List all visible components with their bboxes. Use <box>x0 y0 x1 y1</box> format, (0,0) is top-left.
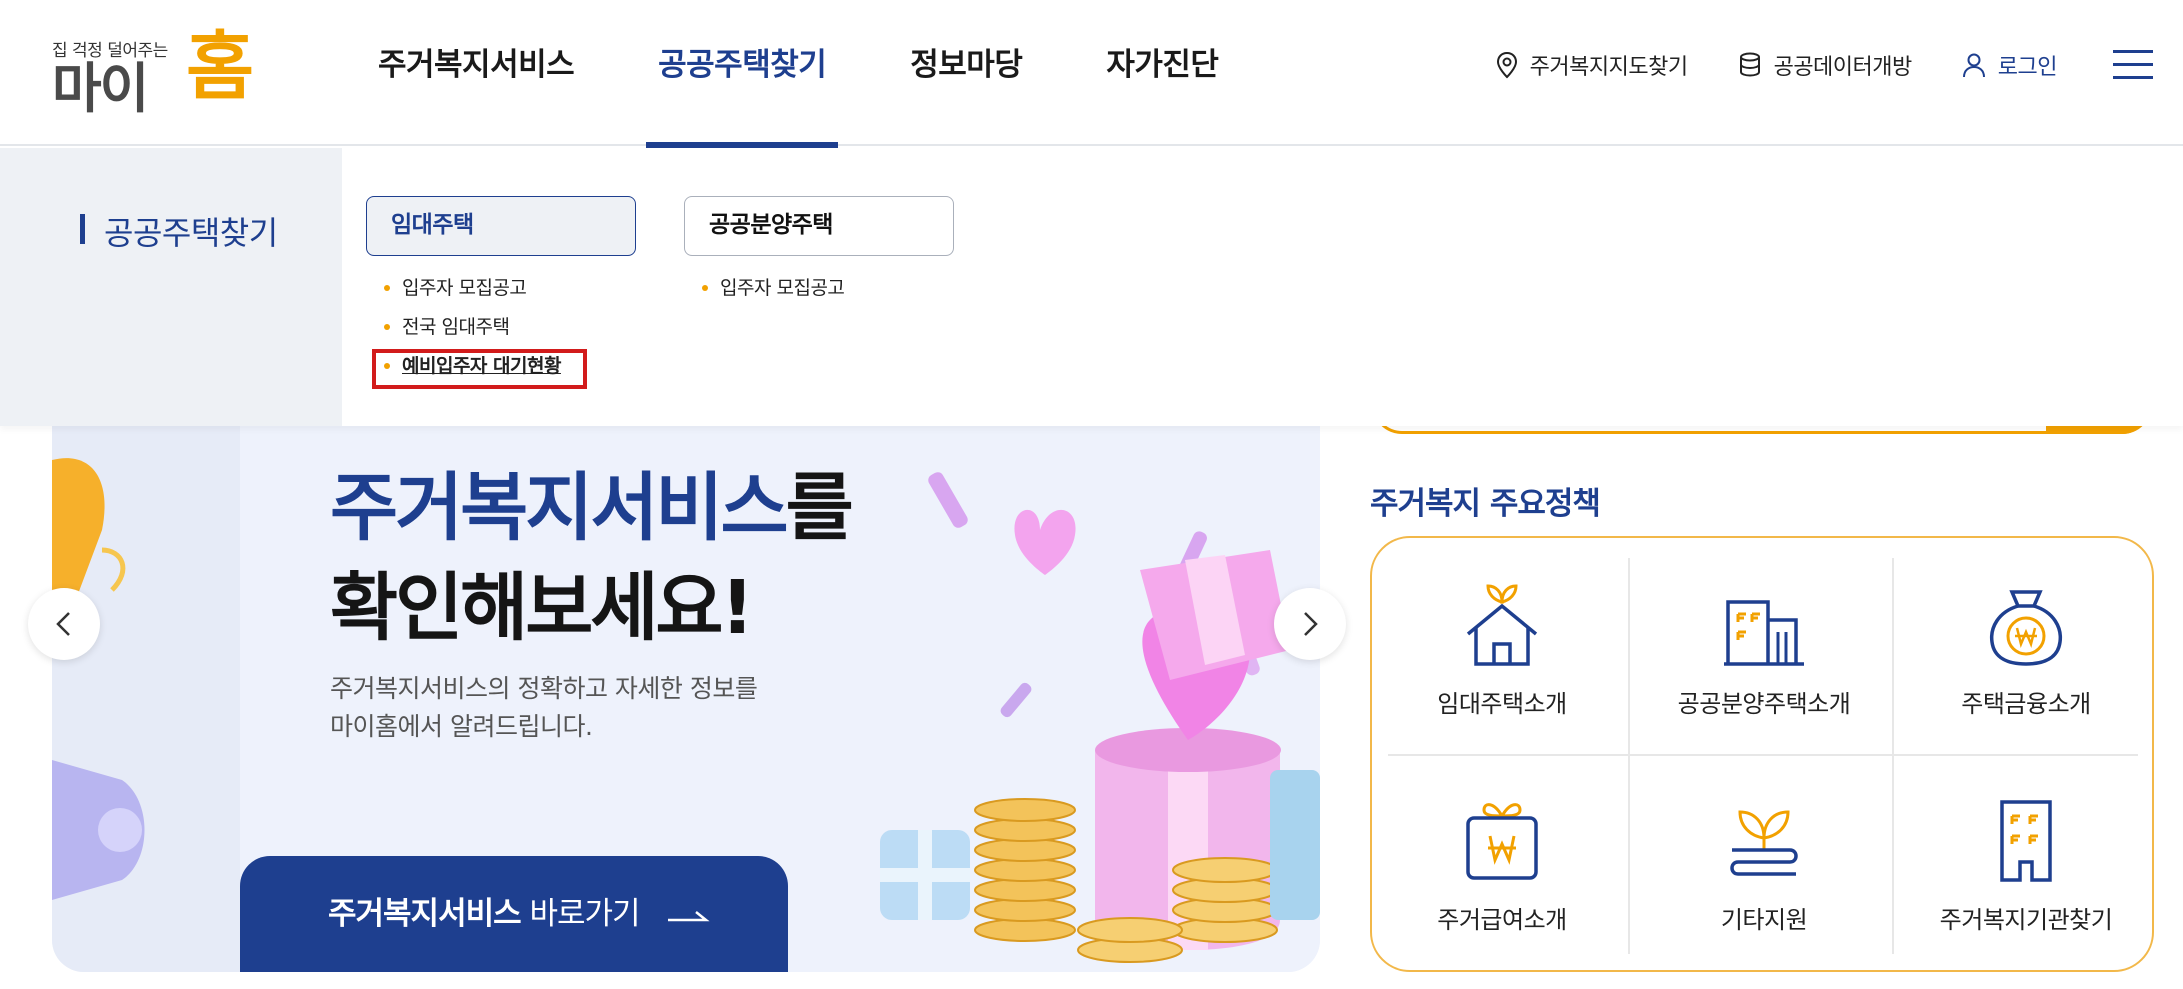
user-icon <box>1962 53 1985 78</box>
highlight-box <box>372 349 587 389</box>
site-header: 집 걱정 덜어주는 마이 홈 주거복지서비스 공공주택찾기 정보마당 자가진단 … <box>0 0 2183 148</box>
nationwide-rental-housing-link[interactable]: 전국 임대주택 <box>366 313 636 352</box>
policy-housing-finance[interactable]: 주택금융소개 <box>1906 552 2146 752</box>
policy-section-title: 주거복지 주요정책 <box>1370 486 1601 522</box>
logo-name-gray: 마이 <box>52 57 149 120</box>
arrow-right-icon <box>668 910 711 921</box>
mega-menu-side: 공공주택찾기 <box>0 148 342 426</box>
location-pin-icon <box>1496 51 1517 79</box>
menu-icon[interactable] <box>2113 50 2153 80</box>
chevron-right-icon <box>1304 612 1318 636</box>
banner-next-button[interactable] <box>1274 588 1346 660</box>
public-sale-housing-list: 입주자 모집공고 <box>684 274 954 313</box>
public-sale-housing-button[interactable]: 공공분양주택 <box>684 196 954 256</box>
rental-recruitment-notice-link[interactable]: 입주자 모집공고 <box>366 274 636 313</box>
global-nav: 주거복지서비스 공공주택찾기 정보마당 자가진단 <box>378 0 1302 148</box>
gnb-public-housing-search[interactable]: 공공주택찾기 <box>646 0 839 148</box>
policy-label: 임대주택소개 <box>1437 690 1567 718</box>
public-sale-housing-column: 공공분양주택 입주자 모집공고 <box>684 196 954 313</box>
rental-housing-button[interactable]: 임대주택 <box>366 196 636 256</box>
policy-rental-housing[interactable]: 임대주택소개 <box>1382 552 1622 752</box>
banner-prev-button[interactable] <box>28 588 100 660</box>
hero-headline-line1: 주거복지서비스를 <box>330 448 854 555</box>
gift-won-icon <box>1466 803 1538 880</box>
hero-headline-line2: 확인해보세요! <box>330 565 754 651</box>
gnb-self-diagnosis[interactable]: 자가진단 <box>1106 0 1219 146</box>
policy-find-welfare-agency[interactable]: 주거복지기관찾기 <box>1906 768 2146 968</box>
policy-label: 주택금융소개 <box>1961 690 2091 718</box>
logo-wordmark: 마이 홈 <box>52 30 254 116</box>
house-sprout-icon <box>1466 584 1538 666</box>
open-data-link[interactable]: 공공데이터개방 <box>1738 49 1912 81</box>
database-icon <box>1739 52 1760 77</box>
mega-menu-title: 공공주택찾기 <box>80 208 278 254</box>
cta-bold-label: 주거복지서비스 <box>328 896 522 932</box>
apartment-building-icon <box>1724 600 1804 666</box>
map-search-label: 주거복지지도찾기 <box>1529 55 1688 80</box>
logo[interactable]: 집 걱정 덜어주는 마이 홈 <box>52 26 254 116</box>
money-bag-icon <box>1989 590 2063 666</box>
policy-label: 기타지원 <box>1720 906 1808 934</box>
policy-label: 주거복지기관찾기 <box>1939 906 2113 934</box>
logo-name-accent: 홈 <box>186 24 254 110</box>
banner-cta-button[interactable]: 주거복지서비스 바로가기 <box>240 856 788 972</box>
mega-menu-dropdown: 공공주택찾기 임대주택 입주자 모집공고 전국 임대주택 예비입주자 대기현황 … <box>0 148 2183 426</box>
gnb-info-plaza[interactable]: 정보마당 <box>910 0 1023 146</box>
policy-grid: 임대주택소개 공공분양주택소개 주택금융소개 주거급여소개 기타지원 주거복지기… <box>1370 536 2154 972</box>
hero-description-line1: 주거복지서비스의 정확하고 자세한 정보를 <box>330 674 758 703</box>
sale-recruitment-notice-link[interactable]: 입주자 모집공고 <box>684 274 954 313</box>
hero-headline-suffix: 를 <box>785 465 854 551</box>
login-link[interactable]: 로그인 <box>1962 49 2058 81</box>
policy-label: 주거급여소개 <box>1437 906 1567 934</box>
login-label: 로그인 <box>1997 55 2058 80</box>
policy-other-support[interactable]: 기타지원 <box>1644 768 1884 968</box>
sprout-icon <box>1730 810 1798 876</box>
gnb-housing-welfare-service[interactable]: 주거복지서비스 <box>378 0 575 146</box>
map-search-link[interactable]: 주거복지지도찾기 <box>1496 49 1688 81</box>
policy-housing-benefit[interactable]: 주거급여소개 <box>1382 768 1622 968</box>
open-data-label: 공공데이터개방 <box>1773 55 1913 80</box>
hero-description-line2: 마이홈에서 알려드립니다. <box>330 712 593 741</box>
chevron-left-icon <box>56 612 70 636</box>
office-building-icon <box>2000 800 2052 882</box>
cta-label: 바로가기 <box>529 896 641 932</box>
policy-public-sale-housing[interactable]: 공공분양주택소개 <box>1644 552 1884 752</box>
hero-headline-blue: 주거복지서비스 <box>330 465 789 551</box>
hero-description: 주거복지서비스의 정확하고 자세한 정보를 마이홈에서 알려드립니다. <box>330 670 758 746</box>
policy-label: 공공분양주택소개 <box>1677 690 1851 718</box>
utility-menu: 주거복지지도찾기 공공데이터개방 로그인 <box>1496 0 2183 130</box>
